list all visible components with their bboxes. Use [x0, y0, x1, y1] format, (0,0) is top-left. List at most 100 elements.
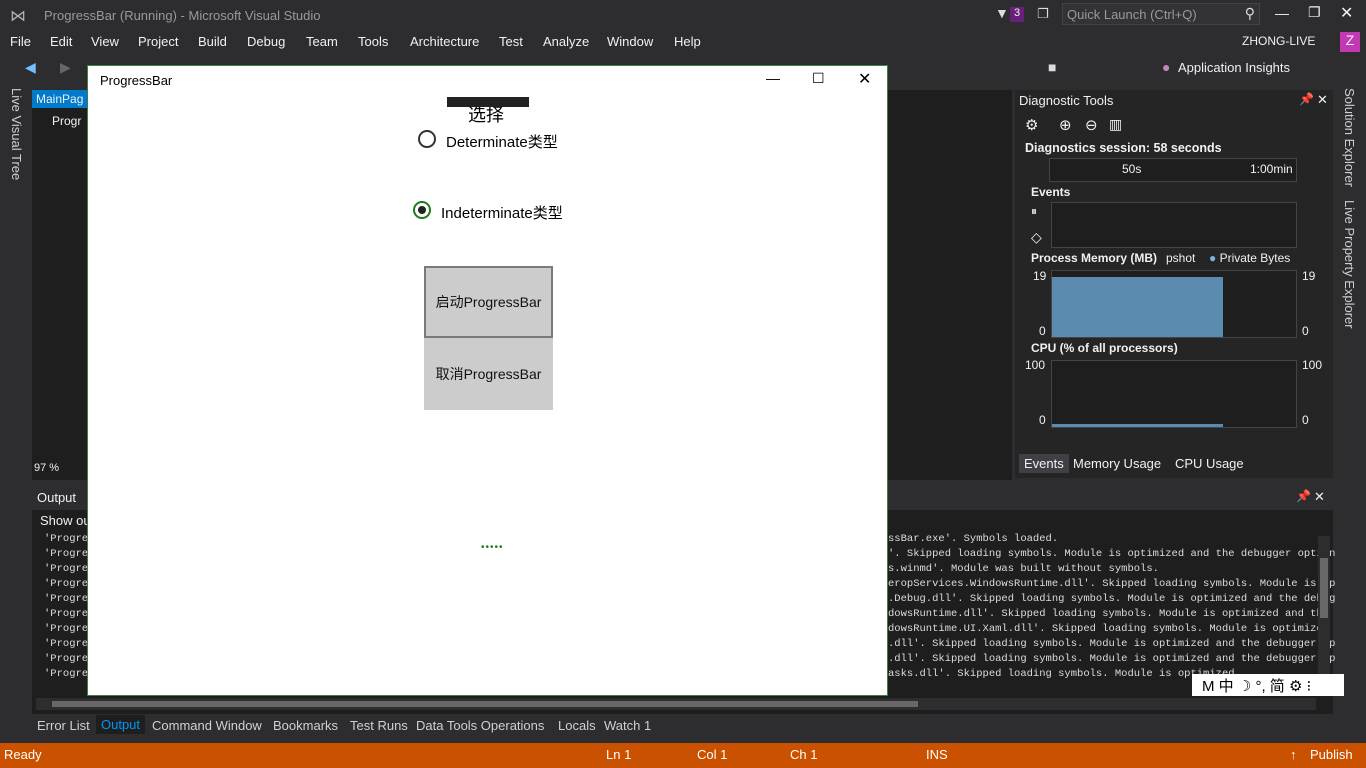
private-bytes-legend: ● Private Bytes: [1209, 251, 1291, 265]
zoom-out-icon[interactable]: ⊖: [1085, 116, 1098, 134]
publish-icon[interactable]: ↑: [1290, 747, 1297, 762]
menu-window[interactable]: Window: [607, 34, 653, 49]
editor-subtab[interactable]: Progr: [52, 114, 81, 128]
output-line: 'Progre: [44, 578, 89, 590]
filter-icon[interactable]: ▼: [995, 5, 1009, 21]
memory-legend-snapshot: pshot: [1166, 251, 1196, 265]
status-ins: INS: [926, 747, 948, 762]
notification-badge[interactable]: 3: [1010, 7, 1024, 22]
menu-project[interactable]: Project: [138, 34, 178, 49]
output-line: 'Progre: [44, 653, 89, 665]
bookmark-icon[interactable]: ■: [1048, 59, 1056, 75]
status-col: Col 1: [697, 747, 728, 762]
status-bar: Ready Ln 1 Col 1 Ch 1 INS ↑ Publish: [0, 743, 1366, 768]
output-close-icon[interactable]: ✕: [1314, 489, 1325, 505]
app-window: ProgressBar — ☐ ✕ 选择 Determinate类型 Indet…: [87, 65, 888, 696]
tab-test-runs[interactable]: Test Runs: [350, 718, 408, 733]
session-label: Diagnostics session: 58 seconds: [1025, 141, 1222, 155]
panel-pin-icon[interactable]: 📌: [1299, 92, 1314, 106]
menu-file[interactable]: File: [10, 34, 31, 49]
tab-bookmarks[interactable]: Bookmarks: [273, 718, 338, 733]
output-title: Output: [37, 490, 77, 505]
events-track[interactable]: [1051, 202, 1297, 248]
tab-data-tools[interactable]: Data Tools Operations: [416, 718, 544, 733]
output-horizontal-scrollbar[interactable]: [36, 698, 1316, 710]
radio-indeterminate-label[interactable]: Indeterminate类型: [441, 202, 563, 223]
status-line: Ln 1: [606, 747, 632, 762]
timeline-ruler[interactable]: 50s 1:00min: [1049, 158, 1297, 182]
settings-icon[interactable]: ⚙: [1025, 116, 1038, 134]
radio-determinate[interactable]: [418, 130, 436, 148]
tab-watch[interactable]: Watch 1: [604, 718, 651, 733]
memory-label: Process Memory (MB): [1031, 251, 1158, 265]
radio-determinate-label[interactable]: Determinate类型: [446, 131, 558, 152]
zoom-level[interactable]: 97 %: [34, 462, 59, 474]
start-progressbar-button[interactable]: 启动ProgressBar: [424, 266, 553, 338]
menu-architecture[interactable]: Architecture: [410, 34, 479, 49]
cpu-label: CPU (% of all processors): [1031, 341, 1178, 355]
events-label: Events: [1031, 185, 1071, 199]
application-insights-button[interactable]: Application Insights: [1178, 60, 1290, 75]
menu-debug[interactable]: Debug: [247, 34, 285, 49]
diag-tab-memory[interactable]: Memory Usage: [1073, 456, 1161, 471]
output-line: 'Progre: [44, 563, 89, 575]
window-title: ProgressBar (Running) - Microsoft Visual…: [44, 8, 321, 23]
back-icon[interactable]: ◀: [25, 59, 36, 76]
lightbulb-icon: ●: [1162, 59, 1171, 75]
close-button[interactable]: ✕: [1340, 3, 1353, 23]
forward-icon[interactable]: ▶: [60, 59, 71, 76]
menu-test[interactable]: Test: [499, 34, 523, 49]
app-close-button[interactable]: ✕: [858, 69, 871, 89]
output-line: .Debug.dll'. Skipped loading symbols. Mo…: [888, 593, 1336, 605]
vs-logo-icon: ⋈: [10, 8, 26, 25]
panel-close-icon[interactable]: ✕: [1317, 92, 1328, 108]
menu-team[interactable]: Team: [306, 34, 338, 49]
menu-analyze[interactable]: Analyze: [543, 34, 589, 49]
menu-bar: File Edit View Project Build Debug Team …: [0, 30, 1366, 54]
select-time-icon[interactable]: ▥: [1109, 116, 1122, 133]
solution-explorer-tab[interactable]: Solution Explorer: [1342, 88, 1357, 187]
menu-build[interactable]: Build: [198, 34, 227, 49]
output-line: 'Progre: [44, 593, 89, 605]
tab-command-window[interactable]: Command Window: [152, 718, 262, 733]
output-line: 'Progre: [44, 638, 89, 650]
output-line: .dll'. Skipped loading symbols. Module i…: [888, 638, 1336, 650]
memory-area: [1052, 277, 1223, 337]
diagnostic-tools-title: Diagnostic Tools: [1019, 93, 1114, 108]
radio-indeterminate[interactable]: [413, 201, 431, 219]
publish-button[interactable]: Publish: [1310, 747, 1353, 762]
zoom-in-icon[interactable]: ⊕: [1059, 116, 1072, 134]
diag-tab-events[interactable]: Events: [1019, 454, 1069, 473]
output-line: 'Progre: [44, 623, 89, 635]
indeterminate-progress-dots: •••••: [481, 542, 504, 553]
output-line: '. Skipped loading symbols. Module is op…: [888, 548, 1336, 560]
search-icon: ⚲: [1244, 5, 1255, 21]
menu-edit[interactable]: Edit: [50, 34, 72, 49]
app-minimize-button[interactable]: —: [766, 70, 780, 86]
output-pin-icon[interactable]: 📌: [1296, 489, 1311, 503]
editor-tab[interactable]: MainPag: [32, 90, 88, 108]
restore-button[interactable]: ❐: [1308, 4, 1321, 21]
user-avatar[interactable]: Z: [1340, 32, 1360, 52]
live-property-explorer-tab[interactable]: Live Property Explorer: [1342, 200, 1357, 329]
output-line: 'Progre: [44, 533, 89, 545]
menu-tools[interactable]: Tools: [358, 34, 388, 49]
menu-view[interactable]: View: [91, 34, 119, 49]
cancel-progressbar-button[interactable]: 取消ProgressBar: [424, 338, 553, 410]
ime-toolbar[interactable]: M 中 ☽ °, 简 ⚙ ⁝: [1192, 674, 1344, 696]
minimize-button[interactable]: —: [1275, 5, 1289, 21]
tab-output[interactable]: Output: [96, 715, 146, 734]
user-name[interactable]: ZHONG-LIVE: [1242, 34, 1315, 48]
live-visual-tree-tab[interactable]: Live Visual Tree: [9, 88, 24, 180]
left-side-strip: Live Visual Tree: [0, 84, 32, 744]
app-title: ProgressBar: [100, 73, 173, 88]
quick-launch-input[interactable]: Quick Launch (Ctrl+Q) ⚲: [1062, 3, 1260, 25]
diag-tab-cpu[interactable]: CPU Usage: [1175, 456, 1244, 471]
app-maximize-button[interactable]: ☐: [812, 70, 825, 87]
output-vertical-scrollbar[interactable]: [1318, 536, 1330, 694]
ime-status: M 中 ☽ °, 简 ⚙ ⁝: [1202, 678, 1312, 695]
tab-locals[interactable]: Locals: [558, 718, 596, 733]
feedback-icon[interactable]: ❐: [1037, 6, 1049, 22]
tab-error-list[interactable]: Error List: [37, 718, 90, 733]
menu-help[interactable]: Help: [674, 34, 701, 49]
